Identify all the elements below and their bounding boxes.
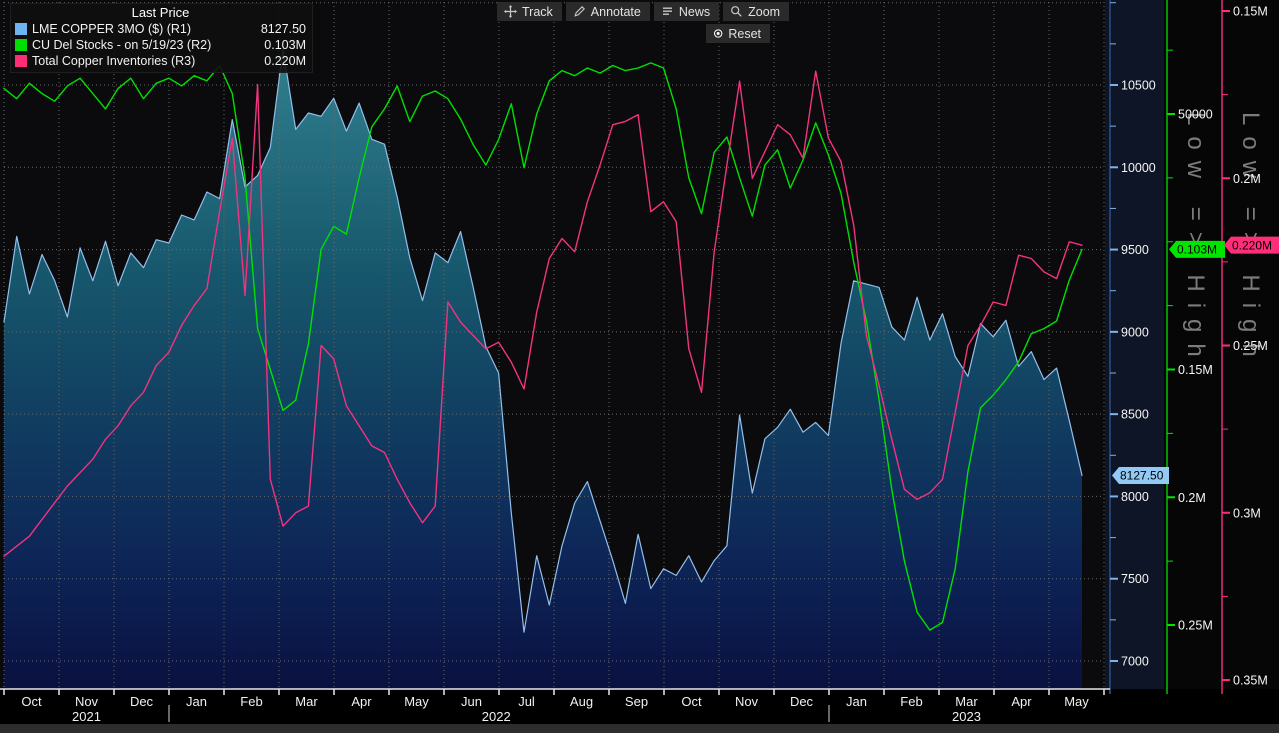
svg-text:0.2M: 0.2M — [1178, 491, 1206, 505]
svg-text:Oct: Oct — [21, 694, 42, 709]
svg-text:0.15M: 0.15M — [1178, 363, 1213, 377]
legend-item-label: LME COPPER 3MO ($) (R1) — [32, 22, 192, 36]
legend-item-value: 8127.50 — [260, 22, 306, 36]
legend-item-total-copper-inventories[interactable]: Total Copper Inventories (R3) 0.220M — [15, 53, 306, 69]
svg-text:Dec: Dec — [790, 694, 814, 709]
svg-text:Jun: Jun — [461, 694, 482, 709]
lme-copper-swatch-icon — [15, 23, 27, 35]
svg-text:50000: 50000 — [1178, 108, 1213, 122]
last-price-badge: 0.103M — [1169, 240, 1225, 258]
reset-button[interactable]: Reset — [706, 24, 770, 43]
news-button[interactable]: News — [653, 2, 720, 21]
chart-toolbar: Track Annotate News Zoom — [497, 2, 790, 21]
last-price-badge: 8127.50 — [1112, 466, 1169, 484]
annotate-button[interactable]: Annotate — [565, 2, 650, 21]
svg-text:8127.50: 8127.50 — [1120, 469, 1164, 483]
news-list-icon — [662, 7, 672, 15]
legend-item-label: CU Del Stocks - on 5/19/23 (R2) — [32, 38, 212, 52]
legend-item-value: 0.220M — [264, 54, 306, 68]
svg-text:Mar: Mar — [295, 694, 318, 709]
svg-text:Mar: Mar — [955, 694, 978, 709]
svg-text:0.25M: 0.25M — [1233, 339, 1268, 353]
legend-title: Last Price — [131, 5, 190, 20]
zoom-button[interactable]: Zoom — [723, 2, 790, 21]
x-axis: Oct Nov Dec Jan Feb Mar Apr May Jun Jul Aug Sep Oct N… — [0, 688, 1110, 724]
zoom-button-label: Zoom — [748, 4, 781, 19]
annotate-pencil-icon — [574, 6, 585, 17]
axis-r2: 50000 0.15M 0.2M 0.25M — [1166, 0, 1213, 694]
legend-item-cu-del-stocks[interactable]: CU Del Stocks - on 5/19/23 (R2) 0.103M — [15, 37, 306, 53]
svg-text:7500: 7500 — [1121, 572, 1149, 586]
news-button-label: News — [678, 4, 711, 19]
svg-text:Feb: Feb — [900, 694, 922, 709]
svg-text:0.2M: 0.2M — [1233, 172, 1261, 186]
svg-text:Feb: Feb — [240, 694, 262, 709]
svg-text:8500: 8500 — [1121, 408, 1149, 422]
svg-text:7000: 7000 — [1121, 655, 1149, 669]
svg-text:Nov: Nov — [75, 694, 99, 709]
legend-item-label: Total Copper Inventories (R3) — [32, 54, 196, 68]
svg-text:0.25M: 0.25M — [1178, 619, 1213, 633]
svg-text:Nov: Nov — [735, 694, 759, 709]
svg-text:Jul: Jul — [518, 694, 535, 709]
svg-text:0.15M: 0.15M — [1233, 5, 1268, 19]
svg-text:10000: 10000 — [1121, 161, 1156, 175]
svg-text:2022: 2022 — [482, 709, 511, 724]
reset-button-label: Reset — [728, 26, 761, 41]
annotate-button-label: Annotate — [590, 4, 641, 19]
chart-legend: Last Price LME COPPER 3MO ($) (R1) 8127.… — [10, 3, 313, 73]
axis-r1: 10500 10000 9500 9000 8500 8000 7500 7000 — [1109, 0, 1156, 694]
copper-price-area — [4, 48, 1082, 690]
track-button-label: Track — [522, 4, 553, 19]
svg-text:9000: 9000 — [1121, 325, 1149, 339]
legend-item-lme-copper[interactable]: LME COPPER 3MO ($) (R1) 8127.50 — [15, 21, 306, 37]
cu-del-stocks-swatch-icon — [15, 39, 27, 51]
last-price-badge: 0.220M — [1224, 236, 1279, 254]
svg-text:May: May — [1064, 694, 1089, 709]
svg-text:2021: 2021 — [72, 709, 101, 724]
svg-text:May: May — [404, 694, 429, 709]
svg-text:0.220M: 0.220M — [1232, 238, 1272, 252]
svg-text:2023: 2023 — [952, 709, 981, 724]
zoom-magnifier-icon — [731, 6, 742, 17]
svg-text:Sep: Sep — [625, 694, 648, 709]
svg-text:Aug: Aug — [570, 694, 593, 709]
price-chart-canvas[interactable]: 10500 10000 9500 9000 8500 8000 7500 7000 50000 0… — [0, 0, 1279, 733]
svg-text:0.35M: 0.35M — [1233, 674, 1268, 688]
svg-text:Apr: Apr — [1011, 694, 1032, 709]
svg-text:0.3M: 0.3M — [1233, 506, 1261, 520]
track-crosshair-icon — [504, 5, 517, 18]
track-button[interactable]: Track — [497, 2, 562, 21]
reset-target-icon — [713, 29, 723, 38]
svg-text:8000: 8000 — [1121, 490, 1149, 504]
axis-r3: 0.15M 0.2M 0.25M 0.3M 0.35M — [1221, 0, 1268, 694]
svg-text:Oct: Oct — [681, 694, 702, 709]
total-copper-inventories-swatch-icon — [15, 55, 27, 67]
svg-text:9500: 9500 — [1121, 243, 1149, 257]
legend-item-value: 0.103M — [264, 38, 306, 52]
svg-text:Dec: Dec — [130, 694, 154, 709]
svg-text:Apr: Apr — [351, 694, 372, 709]
svg-text:Jan: Jan — [846, 694, 867, 709]
svg-text:Jan: Jan — [186, 694, 207, 709]
svg-text:10500: 10500 — [1121, 79, 1156, 93]
svg-text:0.103M: 0.103M — [1177, 243, 1217, 257]
